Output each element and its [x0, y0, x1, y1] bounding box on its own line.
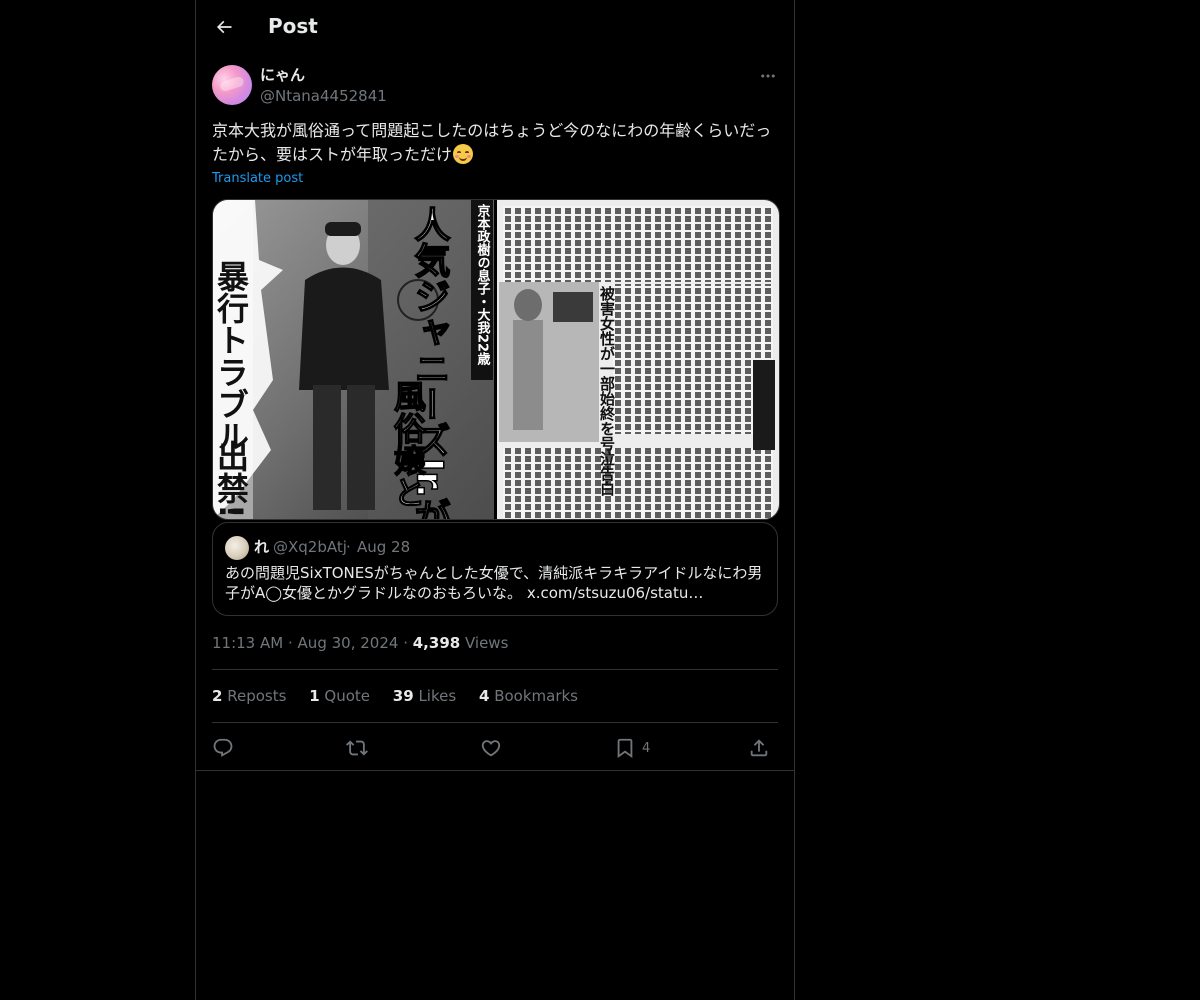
divider: [212, 722, 778, 723]
page-title: Post: [268, 14, 318, 38]
quoted-author-handle: @Xq2bAtj: [273, 538, 347, 556]
views-count: 4,398: [412, 634, 461, 652]
quoted-post-text: あの問題児SixTONESがちゃんとした女優で、清純派キラキラアイドルなにわ男子…: [225, 564, 763, 602]
post-media-image[interactable]: 暴行トラブル 出禁!! 人気ジャニーズJr.が 風俗嬢と 京本政樹の息子・大我2…: [212, 199, 780, 520]
svg-text:出禁!!: 出禁!!: [213, 440, 250, 519]
meta-separator: ·: [403, 634, 408, 652]
post-detail-column: Post にゃん @Ntana4452841 京本大我が風俗通って問題起こしたの…: [195, 0, 795, 1000]
magazine-spread-image: 暴行トラブル 出禁!! 人気ジャニーズJr.が 風俗嬢と 京本政樹の息子・大我2…: [213, 200, 779, 519]
svg-text:風俗嬢と: 風俗嬢と: [389, 380, 427, 508]
divider: [196, 770, 794, 771]
divider: [212, 669, 778, 670]
quoted-separator: ·: [346, 538, 351, 556]
more-options-button[interactable]: [752, 64, 784, 88]
post-meta: 11:13 AM · Aug 30, 2024 · 4,398 Views: [212, 633, 508, 653]
svg-text:暴行トラブル: 暴行トラブル: [213, 260, 250, 452]
repost-icon: [346, 740, 368, 756]
post-header: Post: [196, 0, 794, 54]
post-date[interactable]: Aug 30, 2024: [298, 634, 399, 652]
heart-icon: [481, 740, 501, 757]
share-icon: [750, 739, 768, 757]
post-time[interactable]: 11:13 AM: [212, 634, 283, 652]
quotes-stat[interactable]: 1 Quote: [309, 687, 370, 705]
bookmarks-stat[interactable]: 4 Bookmarks: [479, 687, 578, 705]
reply-button[interactable]: [212, 736, 234, 760]
likes-stat[interactable]: 39 Likes: [393, 687, 456, 705]
svg-text:被害女性が一部始終を号泣告白: 被害女性が一部始終を号泣告白: [598, 285, 616, 497]
action-bar: 4: [212, 734, 778, 762]
translate-post-link[interactable]: Translate post: [212, 171, 303, 187]
quoted-post-date: Aug 28: [357, 538, 411, 556]
bookmark-button[interactable]: 4: [614, 736, 650, 760]
engagement-stats: 2 Reposts 1 Quote 39 Likes 4 Bookmarks: [212, 686, 596, 706]
back-button[interactable]: [208, 11, 240, 43]
quoted-post-card[interactable]: れ @Xq2bAtj · Aug 28 あの問題児SixTONESがちゃんとした…: [212, 522, 778, 616]
repost-button[interactable]: [346, 736, 368, 760]
bookmark-count: 4: [642, 740, 651, 756]
post-text: 京本大我が風俗通って問題起こしたのはちょうど今のなにわの年齢くらいだったから、要…: [212, 119, 778, 167]
quoted-author-name: れ: [254, 538, 270, 556]
author-display-name[interactable]: にゃん: [260, 65, 305, 85]
reposts-stat[interactable]: 2 Reposts: [212, 687, 286, 705]
relieved-face-emoji-icon: [453, 144, 474, 164]
reply-icon: [213, 738, 233, 757]
svg-text:京本政樹の息子・大我22歳: 京本政樹の息子・大我22歳: [475, 203, 491, 366]
author-avatar[interactable]: [212, 65, 252, 105]
bookmark-icon: [617, 738, 633, 759]
more-horizontal-icon: [761, 74, 775, 78]
meta-separator: ·: [287, 634, 293, 652]
author-handle[interactable]: @Ntana4452841: [260, 86, 387, 106]
share-button[interactable]: [748, 736, 770, 760]
arrow-left-icon: [216, 20, 232, 34]
views-label: Views: [464, 634, 509, 652]
like-button[interactable]: [480, 736, 502, 760]
quoted-author-avatar: [225, 536, 249, 560]
post-body: 京本大我が風俗通って問題起こしたのはちょうど今のなにわの年齢くらいだったから、要…: [212, 121, 772, 164]
